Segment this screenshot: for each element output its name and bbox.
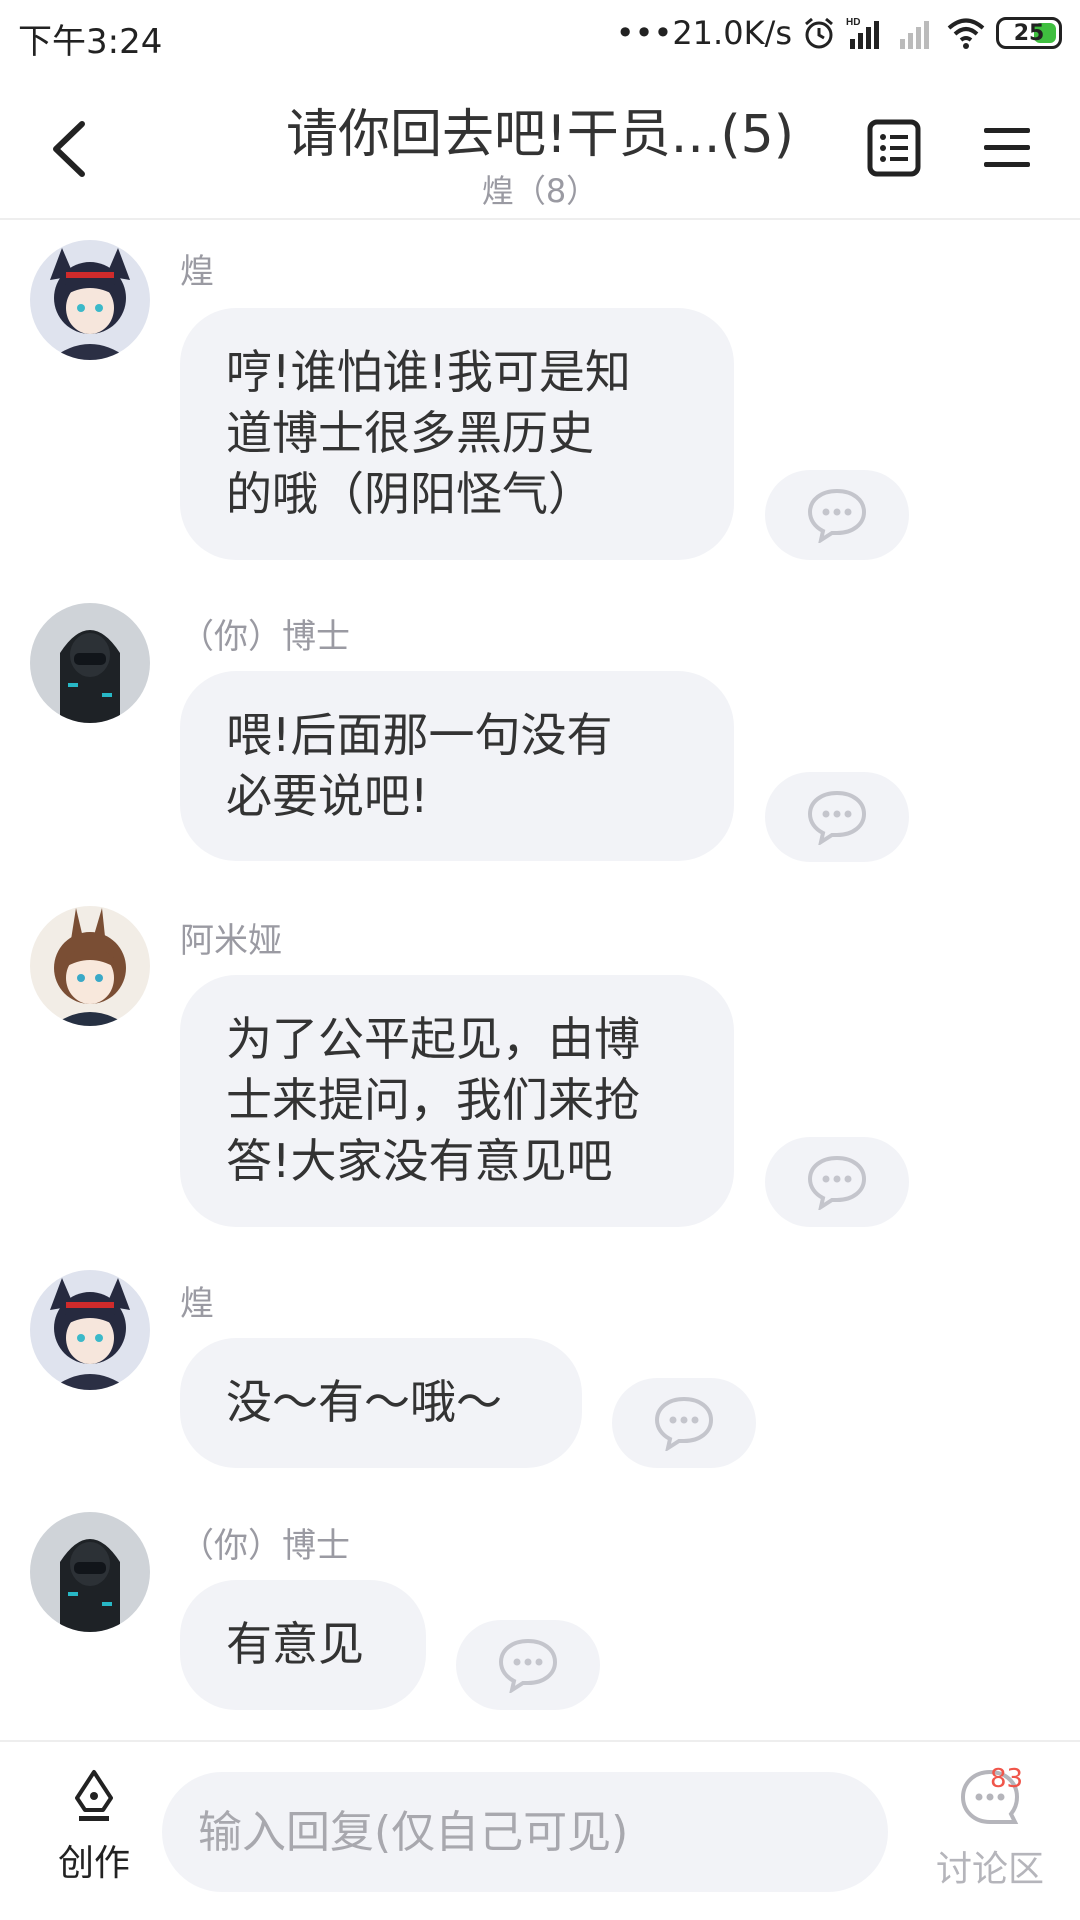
comment-button[interactable] bbox=[765, 470, 909, 560]
amiya-avatar-icon bbox=[30, 906, 150, 1026]
avatar[interactable] bbox=[30, 1270, 150, 1390]
discussion-count-badge: 83 bbox=[990, 1764, 1024, 1794]
message-bubble[interactable]: 为了公平起见，由博 士来提问，我们来抢 答!大家没有意见吧 bbox=[180, 975, 734, 1227]
message-line: 哼!谁怕谁!我可是知 bbox=[226, 345, 631, 399]
back-button[interactable] bbox=[40, 114, 100, 184]
comment-icon bbox=[807, 488, 867, 543]
reply-input[interactable] bbox=[162, 1772, 888, 1892]
sender-name: （你）博士 bbox=[180, 1526, 350, 1566]
create-label: 创作 bbox=[57, 1843, 130, 1884]
bottom-bar: 创作 83 讨论区 bbox=[0, 1740, 1080, 1920]
message-bubble[interactable]: 喂!后面那一句没有 必要说吧! bbox=[180, 671, 734, 861]
doctor-avatar-icon bbox=[30, 603, 150, 723]
hd-signal-icon: HD bbox=[846, 17, 879, 49]
discussion-label: 讨论区 bbox=[935, 1849, 1044, 1890]
sender-name: 煌 bbox=[180, 252, 214, 292]
avatar[interactable] bbox=[30, 240, 150, 360]
sender-name: 阿米娅 bbox=[180, 921, 282, 961]
comment-icon bbox=[807, 790, 867, 845]
message-line: 的哦（阴阳怪气） bbox=[226, 467, 594, 521]
menu-button[interactable] bbox=[982, 120, 1032, 176]
avatar[interactable] bbox=[30, 603, 150, 723]
alarm-icon bbox=[805, 17, 833, 49]
blaze-avatar-icon bbox=[30, 240, 150, 360]
svg-text:HD: HD bbox=[846, 17, 860, 28]
message-line: 答!大家没有意见吧 bbox=[226, 1134, 613, 1188]
battery-level: 25 bbox=[1013, 20, 1045, 46]
chat-header: 请你回去吧!干员...(5) 煌（8） bbox=[0, 74, 1080, 220]
message-line: 喂!后面那一句没有 bbox=[226, 708, 613, 762]
message-line: 必要说吧! bbox=[226, 769, 429, 823]
doctor-avatar-icon bbox=[30, 1512, 150, 1632]
avatar[interactable] bbox=[30, 906, 150, 1026]
page-title: 请你回去吧!干员...(5) bbox=[285, 105, 795, 165]
message-line: 道博士很多黑历史 bbox=[226, 406, 594, 460]
comment-button[interactable] bbox=[456, 1620, 600, 1710]
status-bar: 下午3:24 •••21.0K/s HD 25 bbox=[0, 0, 1080, 74]
comment-button[interactable] bbox=[765, 772, 909, 862]
message-bubble[interactable]: 有意见 bbox=[180, 1580, 426, 1710]
blaze-avatar-icon bbox=[30, 1270, 150, 1390]
avatar[interactable] bbox=[30, 1512, 150, 1632]
comment-icon bbox=[807, 1155, 867, 1210]
menu-icon bbox=[984, 128, 1030, 167]
message-bubble[interactable]: 没～有～哦～ bbox=[180, 1338, 582, 1468]
network-speed: •••21.0K/s bbox=[615, 14, 792, 52]
back-arrow-icon bbox=[53, 121, 85, 177]
sender-name: 煌 bbox=[180, 1284, 214, 1324]
wifi-icon bbox=[947, 18, 985, 49]
status-time: 下午3:24 bbox=[18, 22, 163, 62]
message-line: 没～有～哦～ bbox=[226, 1375, 502, 1429]
comment-button[interactable] bbox=[612, 1378, 756, 1468]
page-subtitle: 煌（8） bbox=[481, 172, 599, 210]
message-line: 士来提问，我们来抢 bbox=[226, 1073, 640, 1127]
battery-icon: 25 bbox=[996, 17, 1062, 49]
comment-icon bbox=[654, 1396, 714, 1451]
comment-icon bbox=[498, 1638, 558, 1693]
status-icons: •••21.0K/s HD 25 bbox=[616, 14, 1062, 52]
comment-button[interactable] bbox=[765, 1137, 909, 1227]
message-line: 有意见 bbox=[226, 1617, 364, 1671]
pen-nib-icon bbox=[75, 1770, 113, 1821]
discussion-button[interactable]: 83 讨论区 bbox=[922, 1764, 1058, 1904]
list-button[interactable] bbox=[866, 118, 922, 178]
sender-name: （你）博士 bbox=[180, 617, 350, 657]
no-signal-icon bbox=[900, 21, 929, 49]
message-line: 为了公平起见，由博 bbox=[226, 1012, 640, 1066]
list-icon bbox=[867, 119, 921, 177]
message-bubble[interactable]: 哼!谁怕谁!我可是知 道博士很多黑历史 的哦（阴阳怪气） bbox=[180, 308, 734, 560]
create-button[interactable]: 创作 bbox=[44, 1768, 144, 1898]
